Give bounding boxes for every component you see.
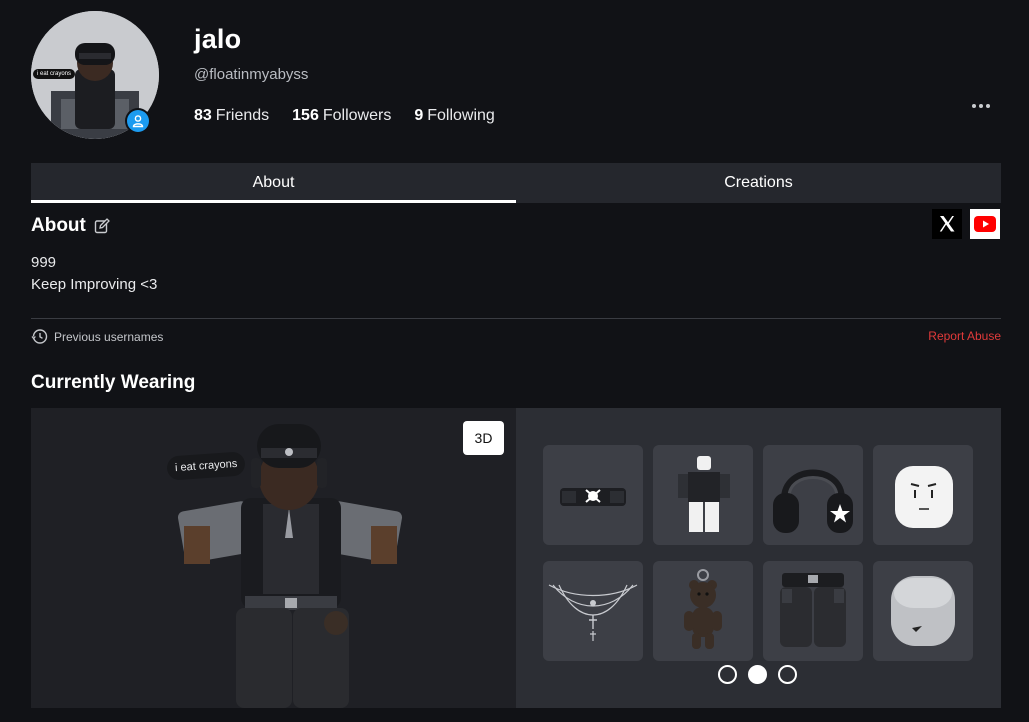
pants-icon <box>780 573 846 647</box>
following-stat[interactable]: 9 Following <box>414 107 495 125</box>
youtube-social-link[interactable] <box>970 209 1000 239</box>
necklace-icon <box>548 584 638 641</box>
page-dot-3[interactable] <box>778 665 797 684</box>
head-icon <box>891 576 955 646</box>
avatar-viewer[interactable]: i eat crayons <box>31 408 516 708</box>
worn-item-head[interactable] <box>873 561 973 661</box>
items-pagination <box>718 665 797 684</box>
about-title: About <box>31 215 86 236</box>
avatar-caption: i eat crayons <box>33 69 76 79</box>
worn-item-keychain[interactable] <box>653 561 753 661</box>
following-label: Following <box>427 107 495 124</box>
x-icon <box>939 216 955 232</box>
worn-item-face[interactable] <box>873 445 973 545</box>
worn-item-bandage[interactable] <box>543 445 643 545</box>
profile-page: i eat crayons jalo @floatinmyabyss 83 Fri… <box>0 0 1029 722</box>
history-icon <box>31 329 48 344</box>
friends-count: 83 <box>194 107 212 124</box>
user-icon <box>132 115 144 128</box>
tab-about[interactable]: About <box>31 163 516 203</box>
outfit-icon <box>678 456 730 532</box>
worn-items-panel <box>516 408 1001 708</box>
display-name: jalo <box>194 24 242 54</box>
avatar-render <box>177 424 403 708</box>
username: @floatinmyabyss <box>194 66 309 83</box>
about-line: Keep Improving <3 <box>31 276 158 293</box>
toggle-3d-button[interactable]: 3D <box>463 421 504 455</box>
profile-stats: 83 Friends 156 Followers 9 Following <box>194 107 495 125</box>
worn-item-headphones[interactable] <box>763 445 863 545</box>
divider <box>31 318 1001 319</box>
previous-usernames-label: Previous usernames <box>54 329 164 344</box>
online-status-badge <box>125 108 151 134</box>
friends-stat[interactable]: 83 Friends <box>194 107 269 125</box>
profile-tabs: About Creations <box>31 163 1001 203</box>
previous-usernames-button[interactable]: Previous usernames <box>31 328 163 345</box>
friends-label: Friends <box>215 107 270 124</box>
bandage-accessory-icon <box>560 488 626 506</box>
tab-creations[interactable]: Creations <box>516 163 1001 203</box>
bear-keychain-icon <box>684 569 722 649</box>
youtube-icon <box>974 216 996 232</box>
page-dot-2[interactable] <box>748 665 767 684</box>
headphones-icon <box>773 469 853 533</box>
worn-item-shirt[interactable] <box>653 445 753 545</box>
page-dot-1[interactable] <box>718 665 737 684</box>
about-description: 999 Keep Improving <3 <box>31 252 157 296</box>
edit-icon[interactable] <box>94 218 110 234</box>
x-social-link[interactable] <box>932 209 962 239</box>
more-dots-icon <box>972 104 976 108</box>
currently-wearing-heading: Currently Wearing <box>31 372 196 393</box>
following-count: 9 <box>414 107 424 124</box>
worn-item-necklace[interactable] <box>543 561 643 661</box>
followers-stat[interactable]: 156 Followers <box>292 107 391 125</box>
report-abuse-link[interactable]: Report Abuse <box>928 329 1001 343</box>
about-line: 999 <box>31 254 57 271</box>
more-options-button[interactable] <box>970 97 992 115</box>
followers-label: Followers <box>322 107 392 124</box>
worn-item-pants[interactable] <box>763 561 863 661</box>
about-heading: About <box>31 215 110 237</box>
face-icon <box>895 466 953 528</box>
followers-count: 156 <box>292 107 319 124</box>
